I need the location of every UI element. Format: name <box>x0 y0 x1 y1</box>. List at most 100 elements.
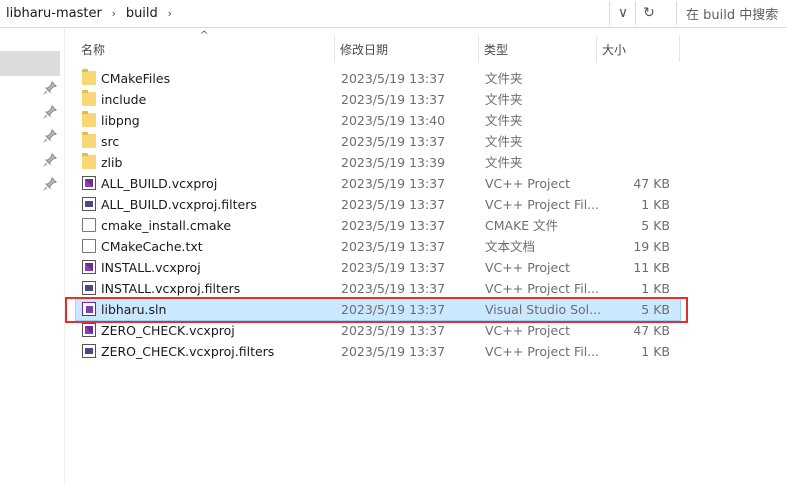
vcxproj-file-icon <box>82 260 96 274</box>
file-row[interactable]: ALL_BUILD.vcxproj.filters 2023/5/19 13:37… <box>76 194 680 215</box>
file-name: zlib <box>101 155 123 170</box>
file-type: Visual Studio Sol... <box>485 302 602 317</box>
folder-icon <box>82 69 96 85</box>
refresh-button[interactable]: ↻ <box>635 1 662 25</box>
file-modified-date: 2023/5/19 13:37 <box>341 134 446 149</box>
column-header-name[interactable]: 名称 <box>76 36 335 62</box>
file-name: CMakeCache.txt <box>101 239 203 254</box>
file-name: INSTALL.vcxproj.filters <box>101 281 241 296</box>
folder-icon <box>82 153 96 169</box>
file-name: cmake_install.cmake <box>101 218 232 233</box>
file-name: INSTALL.vcxproj <box>101 260 201 275</box>
document-icon <box>82 239 96 253</box>
folder-icon <box>82 90 96 106</box>
breadcrumb-item-build[interactable]: build <box>124 6 160 21</box>
file-name: libharu.sln <box>101 302 167 317</box>
column-header-name-label: 名称 <box>81 42 106 57</box>
file-row[interactable]: libpng 2023/5/19 13:40 文件夹 <box>76 110 680 131</box>
file-row[interactable]: include 2023/5/19 13:37 文件夹 <box>76 89 680 110</box>
file-modified-date: 2023/5/19 13:37 <box>341 239 446 254</box>
file-name: libpng <box>101 113 140 128</box>
vcxproj-file-icon <box>82 176 96 190</box>
pin-icon[interactable] <box>43 105 57 119</box>
file-size: 47 KB <box>633 323 670 338</box>
file-name: ZERO_CHECK.vcxproj <box>101 323 235 338</box>
file-modified-date: 2023/5/19 13:37 <box>341 71 446 86</box>
file-name: ALL_BUILD.vcxproj.filters <box>101 197 257 212</box>
file-modified-date: 2023/5/19 13:37 <box>341 197 446 212</box>
file-row[interactable]: CMakeFiles 2023/5/19 13:37 文件夹 <box>76 68 680 89</box>
address-bar: libharu-master › build › ∨ ↻ 在 build 中搜索 <box>0 0 787 28</box>
file-name: include <box>101 92 147 107</box>
document-icon <box>82 218 96 232</box>
file-modified-date: 2023/5/19 13:39 <box>341 155 446 170</box>
file-type: VC++ Project Fil... <box>485 281 600 296</box>
column-header-date-label: 修改日期 <box>340 42 389 57</box>
chevron-right-icon[interactable]: › <box>160 7 180 20</box>
file-row[interactable]: INSTALL.vcxproj.filters 2023/5/19 13:37 VC… <box>76 278 680 299</box>
file-size: 11 KB <box>633 260 670 275</box>
file-size: 1 KB <box>641 344 670 359</box>
file-type: 文件夹 <box>485 92 523 107</box>
pin-icon[interactable] <box>43 81 57 95</box>
file-size: 47 KB <box>633 176 670 191</box>
file-row[interactable]: ALL_BUILD.vcxproj 2023/5/19 13:37 VC++ Pro… <box>76 173 680 194</box>
file-name: ZERO_CHECK.vcxproj.filters <box>101 344 275 359</box>
address-dropdown-button[interactable]: ∨ <box>609 1 636 25</box>
file-row[interactable]: ZERO_CHECK.vcxproj 2023/5/19 13:37 VC++ Pr… <box>76 320 680 341</box>
file-type: 文件夹 <box>485 113 523 128</box>
file-row[interactable]: INSTALL.vcxproj 2023/5/19 13:37 VC++ Proje… <box>76 257 680 278</box>
file-row[interactable]: cmake_install.cmake 2023/5/19 13:37 CMAKE … <box>76 215 680 236</box>
file-size: 5 KB <box>641 218 670 233</box>
file-size: 1 KB <box>641 197 670 212</box>
file-type: 文件夹 <box>485 155 523 170</box>
file-type: 文件夹 <box>485 71 523 86</box>
column-header-size[interactable]: 大小 <box>597 36 680 62</box>
vcxproj-file-icon <box>82 323 96 337</box>
file-type: VC++ Project <box>485 260 570 275</box>
breadcrumb-item-libharu-master[interactable]: libharu-master <box>4 6 104 21</box>
pin-icon[interactable] <box>43 177 57 191</box>
chevron-right-icon[interactable]: › <box>104 7 124 20</box>
file-row[interactable]: zlib 2023/5/19 13:39 文件夹 <box>76 152 680 173</box>
breadcrumb: libharu-master › build › <box>4 0 180 27</box>
file-row[interactable]: src 2023/5/19 13:37 文件夹 <box>76 131 680 152</box>
file-type: VC++ Project <box>485 176 570 191</box>
column-header-type[interactable]: 类型 <box>479 36 597 62</box>
filters-file-icon <box>82 344 96 358</box>
file-row[interactable]: CMakeCache.txt 2023/5/19 13:37 文本文档 19 KB <box>76 236 680 257</box>
refresh-icon: ↻ <box>643 5 655 21</box>
file-row[interactable]: ZERO_CHECK.vcxproj.filters 2023/5/19 13:3… <box>76 341 680 362</box>
search-input[interactable]: 在 build 中搜索 <box>676 1 787 25</box>
folder-icon <box>82 132 96 148</box>
file-type: CMAKE 文件 <box>485 218 559 233</box>
pin-icon[interactable] <box>43 153 57 167</box>
filters-file-icon <box>82 197 96 211</box>
file-type: VC++ Project Fil... <box>485 344 600 359</box>
file-row[interactable]: libharu.sln 2023/5/19 13:37 Visual Studio … <box>75 298 681 321</box>
column-header-row: 名称 修改日期 类型 大小 <box>76 36 680 62</box>
file-modified-date: 2023/5/19 13:37 <box>341 323 446 338</box>
file-type: 文件夹 <box>485 134 523 149</box>
file-size: 1 KB <box>641 281 670 296</box>
file-modified-date: 2023/5/19 13:37 <box>341 281 446 296</box>
file-name: CMakeFiles <box>101 71 171 86</box>
file-type: VC++ Project <box>485 323 570 338</box>
file-modified-date: 2023/5/19 13:37 <box>341 302 446 317</box>
file-modified-date: 2023/5/19 13:37 <box>341 344 446 359</box>
file-size: 19 KB <box>633 239 670 254</box>
file-modified-date: 2023/5/19 13:37 <box>341 92 446 107</box>
nav-selected-item[interactable] <box>0 51 60 76</box>
chevron-down-icon: ∨ <box>617 5 629 21</box>
file-list: CMakeFiles 2023/5/19 13:37 文件夹 include 2023/… <box>75 68 681 362</box>
folder-icon <box>82 111 96 127</box>
file-type: VC++ Project Fil... <box>485 197 600 212</box>
navigation-pane <box>0 28 65 486</box>
file-name: src <box>101 134 120 149</box>
solution-file-icon <box>82 302 96 316</box>
column-header-size-label: 大小 <box>602 42 627 57</box>
file-type: 文本文档 <box>485 239 536 254</box>
file-modified-date: 2023/5/19 13:37 <box>341 176 446 191</box>
column-header-date[interactable]: 修改日期 <box>335 36 479 62</box>
pin-icon[interactable] <box>43 129 57 143</box>
